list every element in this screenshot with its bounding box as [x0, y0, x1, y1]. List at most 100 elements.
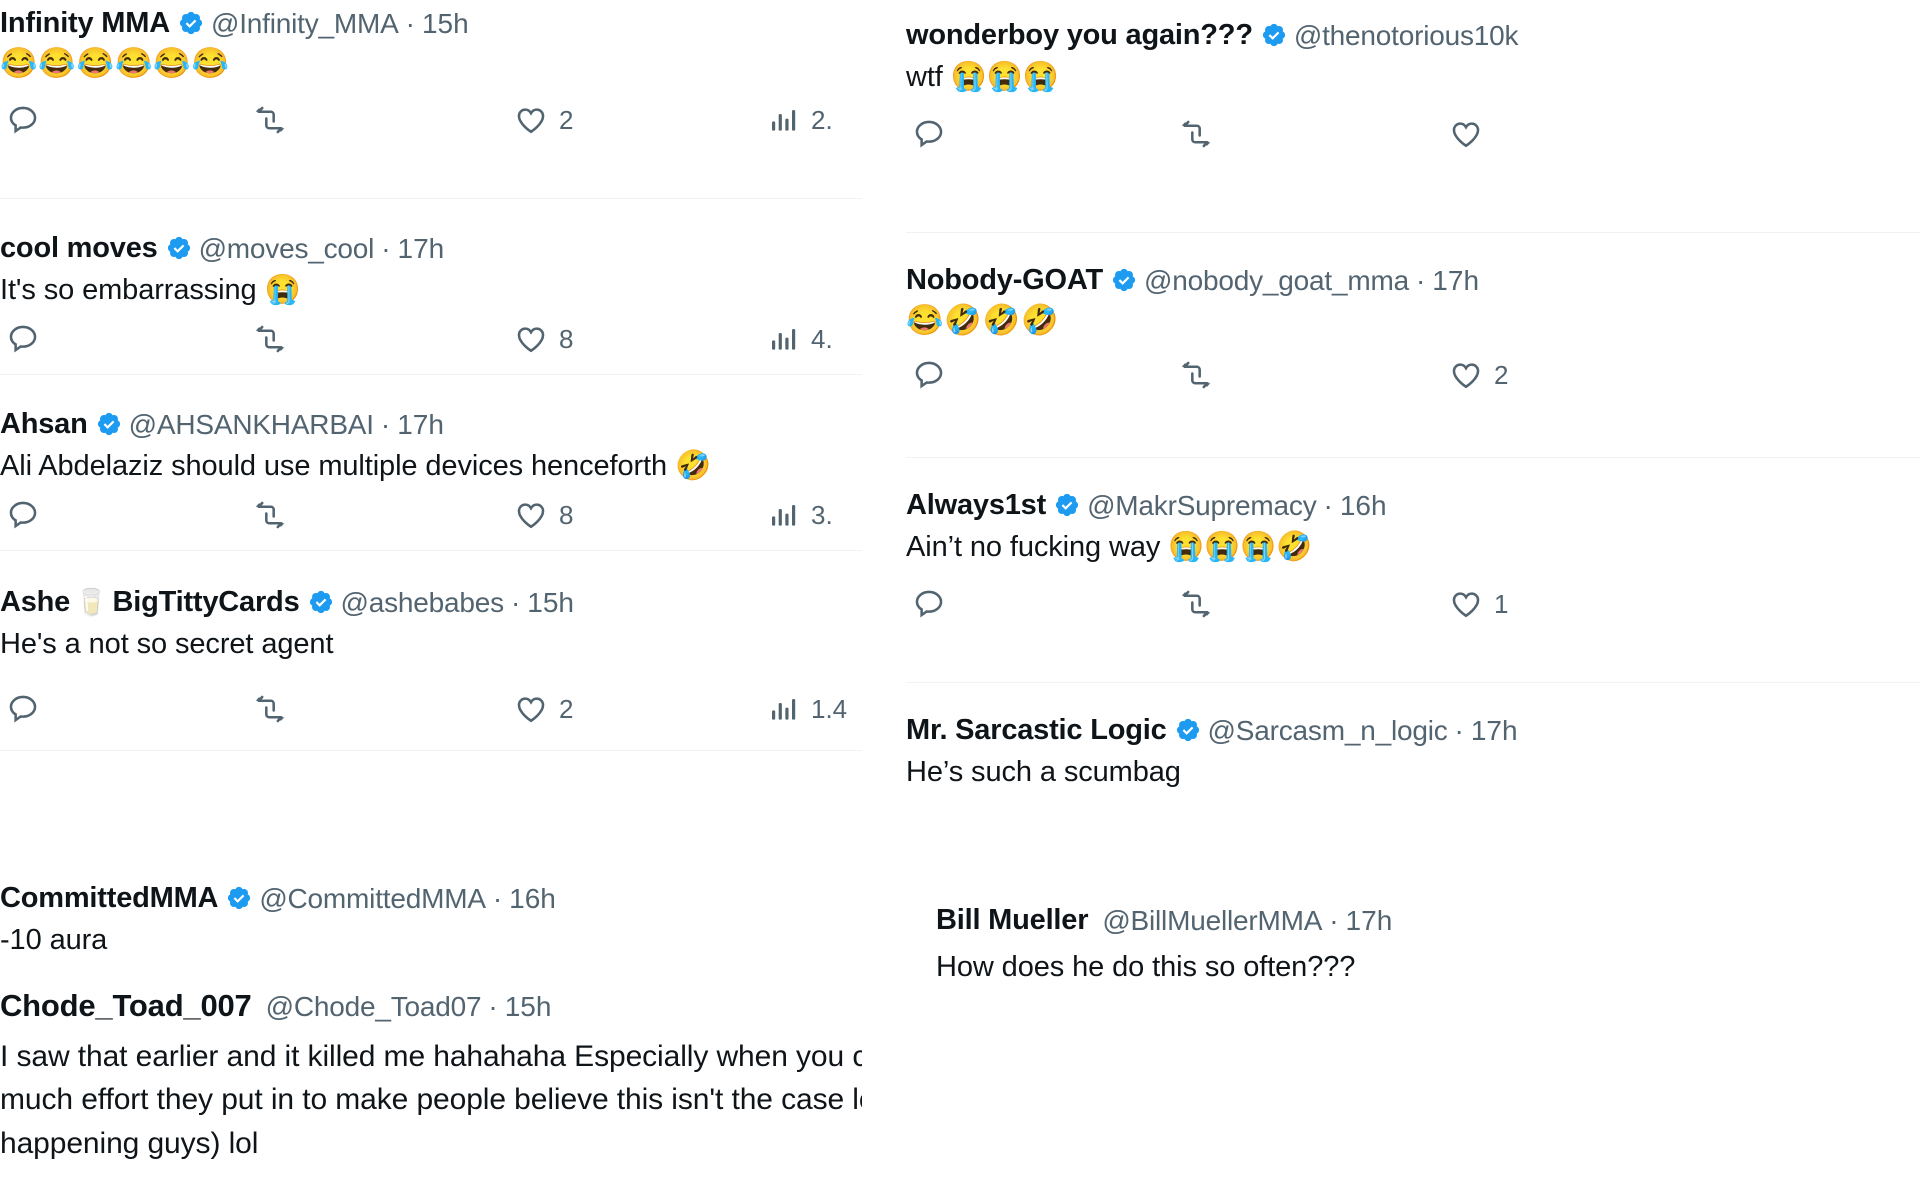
timestamp[interactable]: 17h [1346, 905, 1393, 935]
timestamp[interactable]: 17h [1432, 265, 1479, 295]
reply-button[interactable] [6, 99, 51, 141]
tweet-text: It's so embarrassing 😭 [0, 274, 301, 307]
handle[interactable]: @MakrSupremacy [1087, 490, 1317, 520]
views-count: 1.4 [811, 693, 848, 724]
display-name[interactable]: Bill Mueller [936, 905, 1089, 936]
display-name[interactable]: Infinity MMA [0, 8, 170, 39]
views-button[interactable]: 1.4 [768, 688, 847, 730]
display-name[interactable]: Nobody-GOAT [906, 265, 1103, 296]
reply-button[interactable] [912, 113, 957, 155]
retweet-button[interactable] [1179, 113, 1224, 155]
tweet-text: How does he do this so often??? [936, 951, 1356, 984]
display-name[interactable]: Always1st [906, 490, 1046, 521]
retweet-button[interactable] [253, 99, 298, 141]
tweet-header: Ahsan @AHSANKHARBAI · 17h [0, 408, 862, 440]
views-button[interactable]: 4. [768, 318, 833, 360]
separator-dot: · [1454, 714, 1464, 746]
tweet-header: Nobody-GOAT @nobody_goat_mma · 17h [906, 265, 1920, 296]
handle[interactable]: @Sarcasm_n_logic [1208, 715, 1448, 745]
like-count: 2 [559, 104, 574, 135]
display-name[interactable]: Chode_Toad_007 [0, 989, 252, 1023]
display-name[interactable]: Mr. Sarcastic Logic [906, 715, 1167, 746]
separator-dot: · [1329, 904, 1339, 936]
tweet-item[interactable]: Always1st @MakrSupremacy · 16h Ain’t no … [906, 458, 1920, 683]
screenshot-root: Infinity MMA @Infinity_MMA · 15h 😂😂😂😂😂😂 [0, 0, 1920, 1200]
tweet-item[interactable]: wonderboy you again??? @thenotorious10k … [906, 0, 1920, 233]
timestamp[interactable]: 16h [1340, 490, 1387, 520]
like-button[interactable]: 8 [514, 494, 573, 536]
display-name[interactable]: wonderboy you again??? [906, 20, 1253, 51]
display-name[interactable]: CommittedMMA [0, 883, 219, 914]
handle[interactable]: @Chode_Toad07 [266, 991, 482, 1021]
handle[interactable]: @Infinity_MMA [211, 8, 399, 38]
tweet-item[interactable]: cool moves @moves_cool · 17h It's so emb… [0, 199, 862, 375]
handle[interactable]: @CommittedMMA [259, 883, 486, 913]
like-count: 8 [559, 499, 574, 530]
handle[interactable]: @moves_cool [199, 233, 375, 263]
handle[interactable]: @AHSANKHARBAI [129, 409, 374, 439]
reply-button[interactable] [912, 583, 957, 625]
tweet-header: cool moves @moves_cool · 17h [0, 232, 862, 264]
handle[interactable]: @nobody_goat_mma [1144, 265, 1409, 295]
views-button[interactable]: 3. [768, 494, 833, 536]
tweet-item[interactable]: Mr. Sarcastic Logic @Sarcasm_n_logic · 1… [906, 683, 1920, 813]
tweet-text: Ali Abdelaziz should use multiple device… [0, 450, 711, 483]
separator-dot: · [488, 990, 498, 1022]
tweet-item[interactable]: CommittedMMA @CommittedMMA · 16h -10 aur… [0, 851, 862, 961]
left-tweet-column: Infinity MMA @Infinity_MMA · 15h 😂😂😂😂😂😂 [0, 0, 862, 1200]
like-count: 1 [1494, 588, 1509, 619]
timestamp[interactable]: 17h [398, 233, 445, 263]
tweet-text: He’s such a scumbag [906, 756, 1181, 789]
like-button[interactable]: 2 [1449, 354, 1508, 396]
tweet-header: Chode_Toad_007 @Chode_Toad07 · 15h [0, 989, 862, 1023]
reply-button[interactable] [6, 688, 51, 730]
handle[interactable]: @ashebabes [341, 587, 505, 617]
like-button[interactable] [1449, 113, 1494, 155]
tweet-text: 😂😂😂😂😂😂 [0, 47, 231, 81]
display-name-secondary[interactable]: BigTittyCards [113, 587, 300, 618]
timestamp[interactable]: 15h [422, 8, 469, 38]
tweet-header: Ashe 🥛 BigTittyCards @ashebabes · 15h [0, 587, 862, 618]
timestamp[interactable]: 17h [1471, 715, 1518, 745]
retweet-button[interactable] [253, 494, 298, 536]
separator-dot: · [381, 232, 391, 264]
tweet-item[interactable]: Infinity MMA @Infinity_MMA · 15h 😂😂😂😂😂😂 [0, 0, 862, 199]
verified-badge-icon [1261, 22, 1287, 48]
like-button[interactable]: 2 [514, 688, 573, 730]
reply-button[interactable] [912, 354, 957, 396]
separator-dot: · [380, 408, 391, 440]
views-button[interactable]: 2. [768, 99, 833, 141]
tweet-actions: 8 3. [0, 494, 862, 552]
timestamp[interactable]: 17h [397, 409, 444, 439]
tweet-actions: 2 1.4 [0, 688, 862, 746]
tweet-item[interactable]: Ahsan @AHSANKHARBAI · 17h Ali Abdelaziz … [0, 375, 862, 551]
retweet-button[interactable] [253, 318, 298, 360]
timestamp[interactable]: 16h [509, 883, 556, 913]
tweet-item[interactable]: Chode_Toad_007 @Chode_Toad07 · 15h I saw… [0, 989, 862, 1200]
tweet-item[interactable]: Nobody-GOAT @nobody_goat_mma · 17h 😂🤣🤣🤣 [906, 233, 1920, 458]
verified-badge-icon [1175, 717, 1201, 743]
like-button[interactable]: 8 [514, 318, 573, 360]
display-name[interactable]: cool moves [0, 233, 158, 264]
tweet-item[interactable]: Bill Mueller @BillMuellerMMA · 17h How d… [906, 905, 1920, 1035]
views-count: 3. [811, 499, 833, 530]
retweet-button[interactable] [1179, 583, 1224, 625]
like-button[interactable]: 1 [1449, 583, 1508, 625]
verified-badge-icon [308, 589, 334, 615]
retweet-button[interactable] [1179, 354, 1224, 396]
tweet-actions: 8 4. [0, 318, 862, 376]
handle[interactable]: @thenotorious10k [1294, 20, 1519, 50]
tweet-text: Ain’t no fucking way 😭😭😭🤣 [906, 531, 1313, 564]
timestamp[interactable]: 15h [527, 587, 574, 617]
like-button[interactable]: 2 [514, 99, 573, 141]
retweet-button[interactable] [253, 688, 298, 730]
tweet-item[interactable]: Ashe 🥛 BigTittyCards @ashebabes · 15h He… [0, 551, 862, 751]
handle[interactable]: @BillMuellerMMA [1102, 905, 1322, 935]
reply-button[interactable] [6, 494, 51, 536]
reply-button[interactable] [6, 318, 51, 360]
verified-badge-icon [1111, 267, 1137, 293]
timestamp[interactable]: 15h [505, 991, 552, 1021]
display-name[interactable]: Ahsan [0, 409, 88, 440]
display-name[interactable]: Ashe [0, 587, 70, 618]
verified-badge-icon [96, 411, 122, 437]
